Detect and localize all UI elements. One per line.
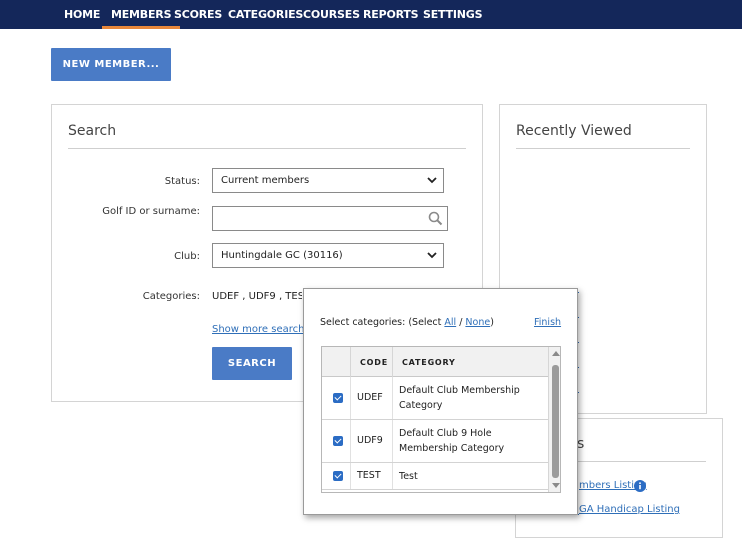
select-all-link[interactable]: All xyxy=(444,317,456,328)
status-label: Status: xyxy=(164,176,200,187)
scrollbar-thumb[interactable] xyxy=(552,365,559,478)
nav-item-home[interactable]: HOME xyxy=(64,0,100,29)
status-select[interactable]: Current members xyxy=(212,168,444,193)
row-category: Default Club 9 Hole Membership Category xyxy=(399,428,505,454)
row-checkbox[interactable] xyxy=(333,393,343,403)
row-checkbox[interactable] xyxy=(333,471,343,481)
search-panel-title: Search xyxy=(68,123,117,139)
table-row[interactable]: TEST Test xyxy=(322,463,548,490)
categories-label: Categories: xyxy=(142,291,200,302)
header-divider xyxy=(392,347,393,377)
row-divider xyxy=(392,377,393,419)
nav-item-members[interactable]: MEMBERS xyxy=(101,0,181,29)
scroll-up-arrow-icon[interactable] xyxy=(552,351,560,356)
info-icon[interactable] xyxy=(634,480,646,492)
table-row[interactable]: UDEF Default Club Membership Category xyxy=(322,377,548,420)
row-category: Test xyxy=(399,471,418,482)
golf-id-input[interactable] xyxy=(212,206,448,231)
handicap-listing-link[interactable]: GA Handicap Listing xyxy=(579,504,680,515)
header-divider xyxy=(350,347,351,377)
scroll-down-arrow-icon[interactable] xyxy=(552,483,560,488)
recently-viewed-divider xyxy=(516,148,690,149)
table-row[interactable]: UDF9 Default Club 9 Hole Membership Cate… xyxy=(322,420,548,463)
chevron-down-icon xyxy=(427,177,437,184)
table-scrollbar[interactable] xyxy=(548,347,560,492)
status-select-value: Current members xyxy=(221,175,310,186)
row-checkbox[interactable] xyxy=(333,436,343,446)
row-category: Default Club Membership Category xyxy=(399,385,520,411)
row-divider xyxy=(392,420,393,462)
category-select-popup: Select categories: (Select All / None) F… xyxy=(303,288,578,515)
golf-id-label: Golf ID or surname: xyxy=(102,206,200,217)
search-icon[interactable] xyxy=(427,210,444,227)
nav-item-reports[interactable]: REPORTS xyxy=(363,0,419,29)
row-divider xyxy=(350,463,351,489)
row-code: TEST xyxy=(357,470,381,481)
nav-item-scores[interactable]: SCORES xyxy=(174,0,222,29)
finish-link[interactable]: Finish xyxy=(534,317,561,328)
category-table-header: CODE CATEGORY xyxy=(322,347,548,377)
category-select-prompt: Select categories: (Select All / None) xyxy=(320,317,494,328)
nav-item-courses[interactable]: COURSES xyxy=(303,0,360,29)
column-header-category: CATEGORY xyxy=(402,358,456,367)
nav-item-categories[interactable]: CATEGORIES xyxy=(228,0,303,29)
search-button[interactable]: SEARCH xyxy=(212,347,292,380)
row-code: UDEF xyxy=(357,392,383,403)
reports-panel-title-fragment: s xyxy=(577,436,585,452)
row-code: UDF9 xyxy=(357,435,383,446)
recently-viewed-title: Recently Viewed xyxy=(516,123,632,139)
show-more-search-options-link[interactable]: Show more search o xyxy=(212,324,304,335)
row-divider xyxy=(350,420,351,462)
select-none-link[interactable]: None xyxy=(465,317,490,328)
search-panel-divider xyxy=(68,148,466,149)
row-divider xyxy=(392,463,393,489)
categories-value[interactable]: UDEF , UDF9 , TEST xyxy=(212,291,302,302)
row-divider xyxy=(350,377,351,419)
top-navigation: HOME MEMBERS SCORES CATEGORIES COURSES R… xyxy=(0,0,742,29)
club-select-value: Huntingdale GC (30116) xyxy=(221,250,343,261)
nav-item-settings[interactable]: SETTINGS xyxy=(423,0,483,29)
chevron-down-icon xyxy=(427,252,437,259)
reports-panel-divider xyxy=(578,461,706,462)
category-table: CODE CATEGORY UDEF Default Club Membersh… xyxy=(321,346,561,493)
club-label: Club: xyxy=(174,251,200,262)
new-member-button[interactable]: NEW MEMBER... xyxy=(51,48,171,81)
column-header-code: CODE xyxy=(360,358,388,367)
club-select[interactable]: Huntingdale GC (30116) xyxy=(212,243,444,268)
